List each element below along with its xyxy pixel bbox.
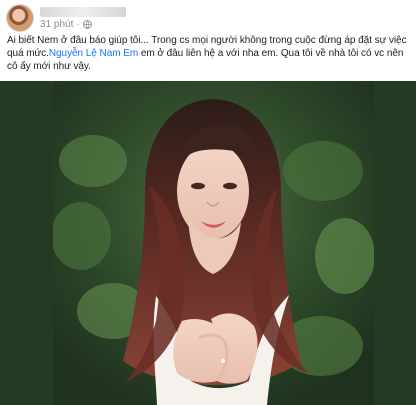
post-photo[interactable] [0,81,416,405]
mention-link[interactable]: Nguyễn Lệ Nam Em [49,48,138,59]
author-name-redacted[interactable] [40,6,126,17]
photo-letterbox-left [0,81,53,405]
separator-dot: · [76,18,80,30]
post-header: 31 phút · [6,4,126,32]
post-time-row: 31 phút · [40,18,126,30]
facebook-post: 31 phút · Ai biết Nem ở đâu báo giúp tôi… [0,0,416,405]
author-avatar[interactable] [6,4,34,32]
photo-letterbox-right [374,81,416,405]
post-caption: Ai biết Nem ở đâu báo giúp tôi... Trong … [7,34,411,73]
post-meta: 31 phút · [40,6,126,30]
globe-icon[interactable] [82,20,92,29]
woman-portrait-image [53,81,374,405]
post-timestamp[interactable]: 31 phút [40,19,73,30]
